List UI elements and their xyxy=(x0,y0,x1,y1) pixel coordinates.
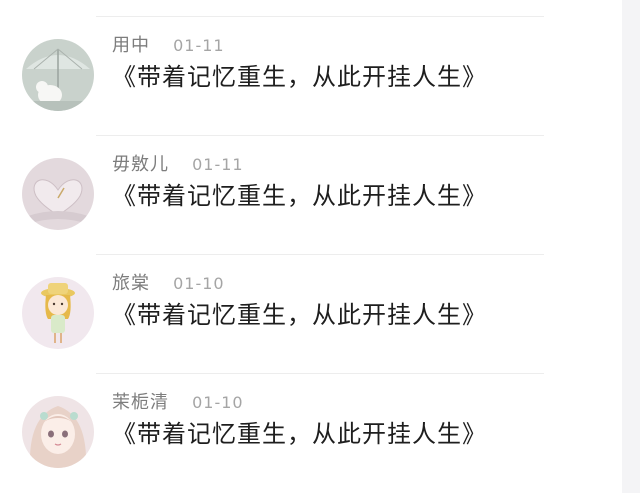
user-avatar[interactable] xyxy=(22,39,94,111)
umbrella-bird-avatar-icon xyxy=(22,39,94,111)
comment-text[interactable]: 《带着记忆重生，从此开挂人生》 xyxy=(112,57,487,92)
anime-girl-avatar-icon xyxy=(22,396,94,468)
comment-text[interactable]: 《带着记忆重生，从此开挂人生》 xyxy=(112,176,487,211)
user-avatar[interactable] xyxy=(22,396,94,468)
comment-date: 01-11 xyxy=(192,155,244,174)
comment-text[interactable]: 《带着记忆重生，从此开挂人生》 xyxy=(112,295,487,330)
comment-meta: 茉栀清 01-10 xyxy=(112,388,244,414)
heart-book-avatar-icon xyxy=(22,158,94,230)
comment-item: 毋敫儿 01-11 《带着记忆重生，从此开挂人生》 xyxy=(0,136,622,255)
cartoon-girl-avatar-icon xyxy=(22,277,94,349)
comment-item: 茉栀清 01-10 《带着记忆重生，从此开挂人生》 xyxy=(0,374,622,493)
comment-text[interactable]: 《带着记忆重生，从此开挂人生》 xyxy=(112,414,487,449)
user-avatar[interactable] xyxy=(22,277,94,349)
username[interactable]: 毋敫儿 xyxy=(112,154,169,175)
comment-meta: 旅棠 01-10 xyxy=(112,269,225,295)
comment-date: 01-10 xyxy=(173,274,225,293)
user-avatar[interactable] xyxy=(22,158,94,230)
comment-date: 01-11 xyxy=(173,36,225,55)
username[interactable]: 旅棠 xyxy=(112,273,150,294)
comment-meta: 毋敫儿 01-11 xyxy=(112,150,244,176)
comment-item: 旅棠 01-10 《带着记忆重生，从此开挂人生》 xyxy=(0,255,622,374)
username[interactable]: 用中 xyxy=(112,35,150,56)
comment-meta: 用中 01-11 xyxy=(112,31,225,57)
comment-list: 用中 01-11 《带着记忆重生，从此开挂人生》 毋敫儿 01-11 《带着记忆… xyxy=(0,0,640,493)
username[interactable]: 茉栀清 xyxy=(112,392,169,413)
comment-item: 用中 01-11 《带着记忆重生，从此开挂人生》 xyxy=(0,17,622,136)
comment-date: 01-10 xyxy=(192,393,244,412)
